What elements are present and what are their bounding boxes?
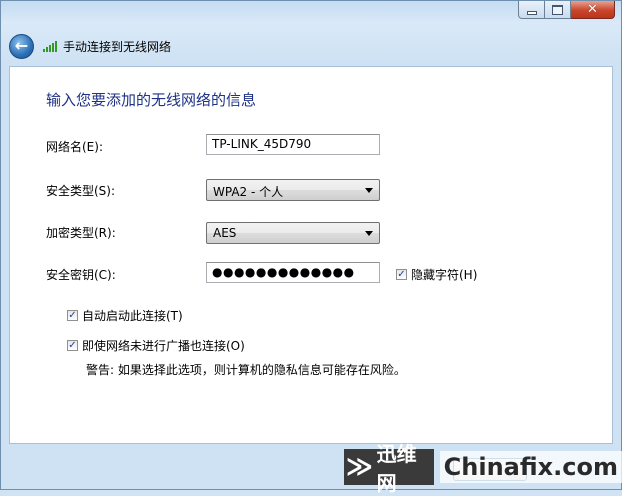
back-button[interactable]: ← <box>9 33 34 59</box>
encryption-type-label: 加密类型(R): <box>46 226 116 240</box>
maximize-button[interactable] <box>545 1 571 19</box>
watermark: ≫ 迅维网 Chinafix.com <box>344 442 622 495</box>
close-icon: ✕ <box>587 2 598 17</box>
dialog-window: ✕ ← 手动连接到无线网络 输入您要添加的无线网络的信息 网络名(E): TP-… <box>0 0 622 490</box>
title-bar: ← 手动连接到无线网络 <box>9 33 171 59</box>
connect-hidden-network-label: 即使网络未进行广播也连接(O) <box>82 339 245 353</box>
security-key-label: 安全密钥(C): <box>46 268 116 282</box>
content-panel: 输入您要添加的无线网络的信息 网络名(E): TP-LINK_45D790 安全… <box>9 66 613 444</box>
encryption-type-value: AES <box>213 226 237 240</box>
security-key-input[interactable]: ●●●●●●●●●●●●● <box>206 262 380 283</box>
page-heading: 输入您要添加的无线网络的信息 <box>46 91 257 109</box>
minimize-icon <box>526 10 537 15</box>
privacy-warning: 警告: 如果选择此选项，则计算机的隐私信息可能存在风险。 <box>86 363 406 377</box>
auto-start-label: 自动启动此连接(T) <box>82 309 183 323</box>
network-name-label: 网络名(E): <box>46 140 103 154</box>
hide-chars-checkbox[interactable]: ✓ 隐藏字符(H) <box>396 266 477 283</box>
checkbox-box: ✓ <box>67 310 78 321</box>
hide-chars-label: 隐藏字符(H) <box>411 268 478 282</box>
back-arrow-icon: ← <box>14 35 29 55</box>
wireless-signal-icon <box>43 40 57 52</box>
security-type-value: WPA2 - 个人 <box>213 185 284 199</box>
watermark-cn-text: 迅维网 <box>374 442 434 495</box>
watermark-en-text: Chinafix.com <box>439 451 622 483</box>
maximize-icon <box>552 4 563 15</box>
auto-start-checkbox[interactable]: ✓ 自动启动此连接(T) <box>67 307 183 324</box>
security-type-label: 安全类型(S): <box>46 184 116 198</box>
chevron-down-icon <box>365 231 373 236</box>
check-mark-icon: ✓ <box>68 309 77 321</box>
connect-hidden-network-checkbox[interactable]: ✓ 即使网络未进行广播也连接(O) <box>67 337 245 354</box>
caption-buttons: ✕ <box>518 1 615 19</box>
checkbox-box: ✓ <box>396 269 407 280</box>
network-name-input[interactable]: TP-LINK_45D790 <box>206 134 380 155</box>
security-type-select[interactable]: WPA2 - 个人 <box>206 179 380 201</box>
checkbox-box: ✓ <box>67 340 78 351</box>
check-mark-icon: ✓ <box>397 268 406 280</box>
watermark-logo-icon: ≫ <box>344 449 375 485</box>
chevron-down-icon <box>365 188 373 193</box>
minimize-button[interactable] <box>518 1 545 19</box>
window-title: 手动连接到无线网络 <box>63 39 172 54</box>
close-button[interactable]: ✕ <box>571 1 615 19</box>
encryption-type-select[interactable]: AES <box>206 222 380 244</box>
check-mark-icon: ✓ <box>68 339 77 351</box>
